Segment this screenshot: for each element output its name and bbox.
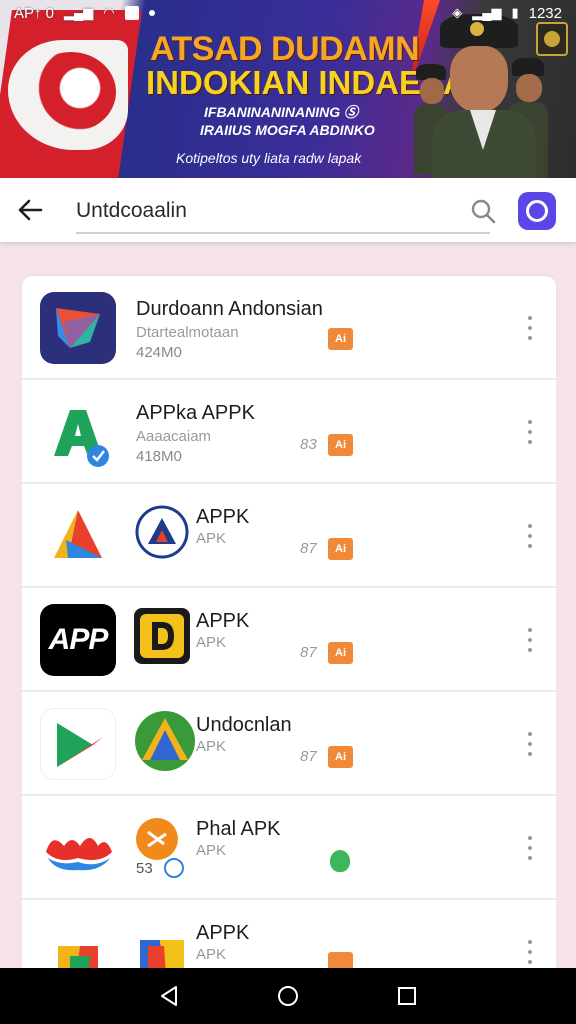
more-options-icon[interactable] bbox=[522, 940, 538, 964]
profile-icon bbox=[526, 200, 548, 222]
app-icon bbox=[40, 708, 116, 780]
nav-home-button[interactable] bbox=[268, 976, 308, 1016]
wifi-icon: ◠ bbox=[103, 5, 115, 20]
profile-button[interactable] bbox=[518, 192, 556, 230]
app-subtitle: Dtartealmotaan bbox=[136, 324, 239, 341]
app-title: Undocnlan bbox=[196, 714, 292, 736]
signal-icon: ▂▄▆ bbox=[64, 5, 94, 20]
more-options-icon[interactable] bbox=[522, 524, 538, 548]
dot-icon bbox=[148, 10, 155, 16]
list-item[interactable]: APPK APK 87 Ai bbox=[22, 484, 556, 588]
list-item[interactable]: Durdoann Andonsian Dtartealmotaan 424M0 … bbox=[22, 276, 556, 380]
rating-number: 87 bbox=[300, 748, 317, 765]
rating-number: 83 bbox=[300, 436, 317, 453]
ai-badge: Ai bbox=[328, 434, 353, 456]
more-options-icon[interactable] bbox=[522, 836, 538, 860]
ai-badge: Ai bbox=[328, 642, 353, 664]
app-list: Durdoann Andonsian Dtartealmotaan 424M0 … bbox=[22, 276, 556, 1004]
app-title: APPK bbox=[196, 610, 250, 632]
app-meta: 53 bbox=[136, 860, 153, 877]
ai-badge: Ai bbox=[328, 538, 353, 560]
search-toolbar: Untdcoaalin bbox=[0, 178, 576, 242]
search-icon bbox=[471, 199, 496, 224]
circle-home-icon bbox=[277, 986, 298, 1006]
status-bar: AP↑ 0 ▂▄▆ ◠ ◈ ▂▄▆ ▮ 1232 bbox=[0, 0, 576, 26]
app-icon-label: APP bbox=[48, 623, 109, 656]
app-secondary-icon bbox=[134, 504, 190, 560]
app-icon: APP bbox=[40, 604, 116, 676]
logo-mark bbox=[26, 52, 116, 132]
app-secondary-icon bbox=[134, 710, 196, 772]
app-title: Phal APK bbox=[196, 818, 281, 840]
app-subtitle: Aaaacaiam bbox=[136, 428, 212, 445]
app-subtitle: APK bbox=[196, 634, 227, 651]
banner-tagline: Kotipeltos uty liata radw lapak bbox=[176, 150, 362, 166]
app-icon bbox=[40, 396, 116, 468]
system-nav-bar bbox=[0, 968, 576, 1024]
search-query: Untdcoaalin bbox=[76, 199, 187, 222]
notification-icon bbox=[124, 6, 139, 20]
app-subtitle: APK bbox=[196, 530, 227, 547]
app-title: APPK bbox=[196, 506, 250, 528]
ai-badge: Ai bbox=[328, 328, 353, 350]
arrow-left-icon bbox=[18, 199, 43, 221]
search-input[interactable]: Untdcoaalin bbox=[76, 190, 490, 234]
more-options-icon[interactable] bbox=[522, 628, 538, 652]
banner-subtitle: IFBANINANINANING Ⓢ bbox=[204, 104, 358, 120]
more-options-icon[interactable] bbox=[522, 420, 538, 444]
app-icon bbox=[40, 292, 116, 364]
status-badge bbox=[330, 850, 350, 872]
ai-badge: Ai bbox=[328, 746, 353, 768]
list-item[interactable]: APPka APPK Aaaacaiam 418M0 83 Ai bbox=[22, 380, 556, 484]
promo-banner[interactable]: ATSAD DUDAMN INDOKIAN INDAESA IFBANINANI… bbox=[0, 0, 576, 178]
list-item[interactable]: Undocnlan APK 87 Ai bbox=[22, 692, 556, 796]
more-options-icon[interactable] bbox=[522, 732, 538, 756]
app-secondary-icon bbox=[134, 816, 180, 862]
app-title: APPK bbox=[196, 922, 250, 944]
nav-back-button[interactable] bbox=[149, 976, 189, 1016]
app-title: APPka APPK bbox=[136, 402, 255, 424]
list-item[interactable]: APP APPK APK 87 Ai bbox=[22, 588, 556, 692]
square-recents-icon bbox=[397, 987, 416, 1005]
app-meta: 418M0 bbox=[136, 448, 182, 465]
app-subtitle: APK bbox=[196, 946, 227, 963]
clock: 1232 bbox=[528, 4, 562, 22]
search-button[interactable] bbox=[466, 194, 500, 228]
soldier-figure-main bbox=[432, 14, 536, 178]
rating-number: 87 bbox=[300, 540, 317, 557]
app-icon bbox=[40, 500, 116, 572]
carrier-text: AP↑ 0 bbox=[14, 4, 55, 22]
app-meta: 424M0 bbox=[136, 344, 182, 361]
emblem-icon bbox=[536, 22, 568, 56]
triangle-back-icon bbox=[161, 986, 178, 1006]
banner-subtitle-2: IRAIIUS MOGFA ABDINKO bbox=[200, 122, 375, 138]
app-subtitle: APK bbox=[196, 738, 227, 755]
nav-recents-button[interactable] bbox=[387, 976, 427, 1016]
app-subtitle: APK bbox=[196, 842, 227, 859]
signal-strength-icon: ▂▄▆ bbox=[472, 5, 502, 20]
rating-number: 87 bbox=[300, 644, 317, 661]
verified-icon bbox=[164, 858, 184, 878]
network-icon: ◈ bbox=[452, 5, 463, 20]
more-options-icon[interactable] bbox=[522, 316, 538, 340]
list-item[interactable]: 53 Phal APK APK bbox=[22, 796, 556, 900]
back-button[interactable] bbox=[0, 178, 60, 242]
app-title: Durdoann Andonsian bbox=[136, 298, 323, 320]
app-secondary-icon bbox=[134, 608, 190, 664]
battery-icon: ▮ bbox=[511, 5, 519, 20]
app-icon bbox=[40, 812, 116, 884]
